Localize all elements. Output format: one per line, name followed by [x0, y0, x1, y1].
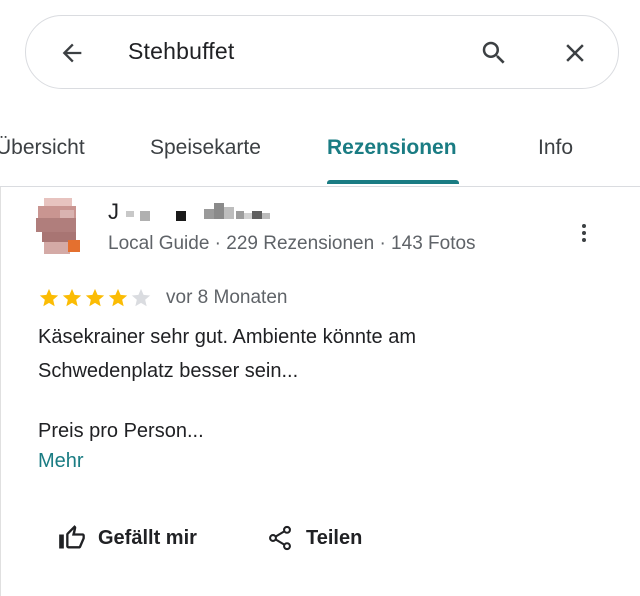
star-icon: [39, 288, 59, 307]
star-icon: [108, 288, 128, 307]
arrow-back-icon: [62, 43, 82, 63]
tabs-divider: [0, 186, 640, 187]
review-age: vor 8 Monaten: [166, 287, 288, 308]
active-tab-indicator: [327, 180, 459, 184]
tab-info[interactable]: Info: [538, 136, 573, 160]
close-icon: [566, 44, 584, 62]
tab-overview[interactable]: Übersicht: [0, 136, 85, 160]
like-button[interactable]: Gefällt mir: [58, 518, 197, 558]
share-label: Teilen: [306, 526, 363, 549]
search-button[interactable]: [476, 35, 512, 71]
reviewer-name[interactable]: J: [108, 199, 298, 225]
tab-menu[interactable]: Speisekarte: [150, 136, 261, 160]
review-text-line: Käsekrainer sehr gut. Ambiente könnte am: [38, 326, 416, 348]
panel-edge: [0, 187, 1, 596]
star-rating: [38, 287, 152, 309]
redacted-name-blur: [126, 203, 270, 221]
like-label: Gefällt mir: [98, 526, 197, 549]
more-vert-icon: [582, 224, 586, 242]
more-options-button[interactable]: [570, 218, 598, 248]
star-icon: [85, 288, 105, 307]
star-icon: [131, 288, 151, 307]
reviewer-meta: Local Guide · 229 Rezensionen · 143 Foto…: [108, 233, 476, 254]
share-button[interactable]: Teilen: [266, 518, 362, 558]
search-input[interactable]: Stehbuffet: [128, 38, 234, 65]
search-bar[interactable]: Stehbuffet: [25, 15, 619, 89]
place-tabs: Übersicht Speisekarte Rezensionen Info: [0, 118, 640, 186]
search-icon: [482, 41, 505, 64]
price-per-person: Preis pro Person...: [38, 420, 204, 442]
more-link[interactable]: Mehr: [38, 450, 84, 473]
avatar[interactable]: [36, 198, 82, 254]
tab-reviews[interactable]: Rezensionen: [327, 136, 457, 160]
share-icon: [269, 525, 291, 551]
review-text-line: Schwedenplatz besser sein...: [38, 360, 299, 382]
review-text: Käsekrainer sehr gut. Ambiente könnte am…: [38, 320, 578, 388]
rating-row: vor 8 Monaten: [38, 285, 287, 311]
close-button[interactable]: [557, 35, 593, 71]
thumb-up-icon: [59, 525, 85, 549]
star-icon: [62, 288, 82, 307]
pixelated-avatar-image: [36, 198, 82, 254]
back-button[interactable]: [54, 35, 90, 71]
